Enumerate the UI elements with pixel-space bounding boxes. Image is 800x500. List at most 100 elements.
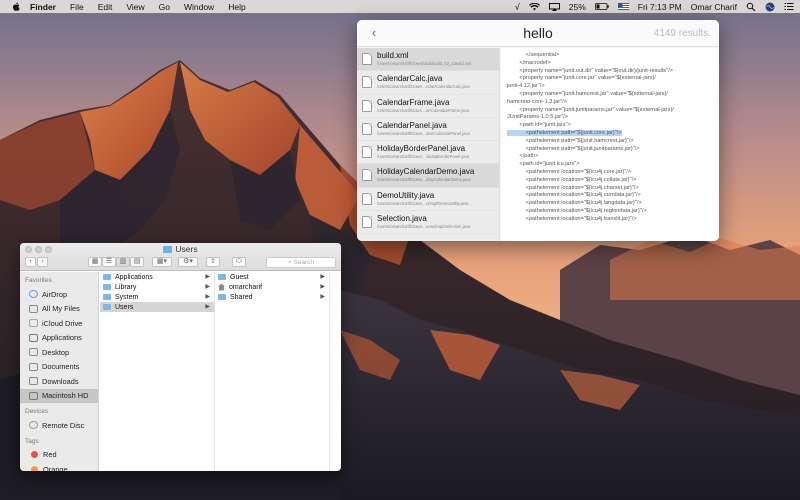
- menu-view[interactable]: View: [126, 2, 144, 12]
- apple-menu-icon[interactable]: [12, 2, 20, 11]
- user-name[interactable]: Omar Charif: [691, 2, 737, 12]
- menu-app-finder[interactable]: Finder: [30, 2, 56, 12]
- sidebar-item[interactable]: Applications: [20, 331, 98, 346]
- result-filename: DemoUtility.java: [377, 190, 435, 200]
- home-folder-icon: [218, 283, 225, 291]
- cover-flow-button[interactable]: ▤: [130, 257, 144, 267]
- search-result-item[interactable]: Selection.java/Users/omarcharif/Down…emo…: [357, 211, 499, 235]
- preview-line: <pathelement location="${icu4j.collate.j…: [507, 176, 637, 183]
- search-result-item[interactable]: HolidayBorderPanel.java/Users/omarcharif…: [357, 141, 499, 165]
- result-path: /Users/omarcharif/Down…emo/impl/Selectio…: [377, 224, 471, 230]
- chevron-right-icon: ▶: [205, 304, 210, 310]
- menu-bar: Finder File Edit View Go Window Help √ 2…: [0, 0, 800, 13]
- menu-window[interactable]: Window: [184, 2, 214, 12]
- column-item[interactable]: Shared ▶: [215, 292, 329, 302]
- result-path: /Users/omarcharif/Down…idayCalendarDemo.…: [377, 177, 471, 183]
- list-view-button[interactable]: ☰: [102, 257, 116, 267]
- result-path: /Users/omarcharif/Down…dar/CalendarPanel…: [377, 130, 470, 136]
- menu-help[interactable]: Help: [228, 2, 245, 12]
- search-query[interactable]: hello: [523, 25, 553, 41]
- arrange-button[interactable]: ▦▾: [152, 257, 172, 267]
- column-item-label: System: [115, 293, 139, 301]
- tag-color-icon: [31, 465, 38, 471]
- column-item-label: Guest: [230, 273, 249, 281]
- column-item[interactable]: Guest ▶: [215, 272, 329, 282]
- search-result-item[interactable]: HolidayCalendarDemo.java/Users/omarchari…: [357, 164, 499, 188]
- sidebar-item[interactable]: All My Files: [20, 302, 98, 317]
- preview-line: <pathelement path="${junit.junitparams.j…: [507, 145, 640, 152]
- siri-icon[interactable]: [765, 2, 775, 12]
- document-icon: [362, 122, 372, 135]
- column-item[interactable]: Applications ▶: [100, 272, 214, 282]
- share-button[interactable]: ⇧: [206, 257, 220, 267]
- preview-line: <pathelement location="${icu4j.translit.…: [507, 215, 637, 222]
- sidebar-item[interactable]: Remote Disc: [20, 418, 98, 433]
- spotlight-search-icon[interactable]: [746, 2, 756, 12]
- search-result-item[interactable]: CalendarFrame.java/Users/omarcharif/Down…: [357, 95, 499, 118]
- finder-search-field[interactable]: ⌕ Search: [266, 257, 336, 268]
- preview-line: hamcrest-core-1.3.jar"/>: [507, 98, 567, 105]
- sidebar-item[interactable]: Macintosh HD: [20, 388, 98, 403]
- chevron-right-icon: ▶: [205, 284, 210, 290]
- action-gear-button[interactable]: ⚙▾: [178, 257, 198, 267]
- search-results-window: ‹ hello 4149 results. build.xml/Users/om…: [357, 20, 719, 241]
- checkmark-status-icon[interactable]: √: [515, 2, 520, 12]
- window-title-text: Users: [175, 244, 198, 254]
- document-icon: [362, 146, 372, 159]
- result-path: /Users/omarcharif/Down…ar/CalendarFrame.…: [377, 107, 469, 113]
- disc-icon: [29, 421, 38, 430]
- sidebar-item[interactable]: Downloads: [20, 374, 98, 389]
- sidebar-item[interactable]: Orange: [20, 462, 98, 471]
- menubar-clock[interactable]: Fri 7:13 PM: [638, 2, 682, 12]
- search-result-item[interactable]: CalendarCalc.java/Users/omarcharif/Down……: [357, 71, 499, 95]
- sidebar-item-label: All My Files: [42, 304, 80, 314]
- back-chevron-icon[interactable]: ‹: [367, 26, 381, 40]
- back-button[interactable]: ‹: [25, 257, 36, 267]
- document-icon: [362, 192, 372, 205]
- column-item-label: Applications: [115, 273, 153, 281]
- preview-line: </sequential>: [507, 52, 560, 58]
- sidebar-item[interactable]: Red: [20, 448, 98, 463]
- airplay-icon[interactable]: [548, 2, 560, 11]
- result-filename: Selection.java: [377, 214, 427, 224]
- menu-file[interactable]: File: [70, 2, 84, 12]
- search-result-item[interactable]: build.xml/Users/omarcharif/Downloads/bui…: [357, 48, 499, 72]
- column-view-button[interactable]: ▥: [116, 257, 130, 267]
- sidebar-section-devices: Devices: [25, 408, 49, 415]
- preview-line: <pathelement path="${junit.core.jar}"/>: [507, 129, 713, 138]
- sidebar-item-label: Applications: [42, 333, 82, 343]
- column-users: Guest ▶ omarcharif ▶ Shared ▶: [215, 272, 330, 471]
- wifi-icon[interactable]: [528, 2, 540, 11]
- finder-sidebar: Favorites AirDrop All My Files iCloud Drive…: [20, 272, 99, 471]
- sidebar-item[interactable]: Desktop: [20, 345, 98, 360]
- search-result-item[interactable]: CalendarPanel.java/Users/omarcharif/Down…: [357, 118, 499, 142]
- sidebar-item[interactable]: iCloud Drive: [20, 316, 98, 331]
- finder-window: Users ‹ › ▦ ☰ ▥ ▤ ▦▾ ⚙▾ ⇧ ⬭ ⌕ Search Fav…: [20, 243, 341, 471]
- us-flag-input-icon[interactable]: [617, 3, 629, 10]
- sidebar-item[interactable]: AirDrop: [20, 287, 98, 302]
- chevron-right-icon: ▶: [205, 294, 210, 300]
- column-item[interactable]: System ▶: [100, 292, 214, 302]
- sidebar-item[interactable]: Documents: [20, 360, 98, 375]
- notification-center-icon[interactable]: [784, 2, 794, 11]
- battery-icon[interactable]: [594, 3, 609, 10]
- column-item[interactable]: Library ▶: [100, 282, 214, 292]
- preview-line: <pathelement path="${junit.hamcrest.jar}…: [507, 137, 634, 144]
- sidebar-item-label: Documents: [42, 362, 80, 372]
- result-path: /Users/omarcharif/Down…ndar/CalendarCalc…: [377, 84, 470, 90]
- menu-edit[interactable]: Edit: [98, 2, 113, 12]
- column-item[interactable]: omarcharif ▶: [215, 282, 329, 292]
- menu-go[interactable]: Go: [159, 2, 170, 12]
- column-item[interactable]: Users ▶: [100, 302, 214, 312]
- document-icon: [362, 99, 372, 112]
- forward-button[interactable]: ›: [37, 257, 48, 267]
- preview-line: <pathelement location="${icu4j.charset.j…: [507, 184, 639, 191]
- documents-icon: [29, 362, 38, 371]
- search-result-item[interactable]: DemoUtility.java/Users/omarcharif/Down…o…: [357, 188, 499, 212]
- icon-view-button[interactable]: ▦: [88, 257, 102, 267]
- file-preview: </sequential> </macrodef> <property name…: [501, 48, 719, 241]
- battery-percentage[interactable]: 25%: [569, 2, 586, 12]
- tag-button[interactable]: ⬭: [232, 257, 246, 267]
- preview-line: <pathelement location="${icu4j.currdata.…: [507, 192, 641, 199]
- sidebar-item-label: iCloud Drive: [42, 318, 83, 328]
